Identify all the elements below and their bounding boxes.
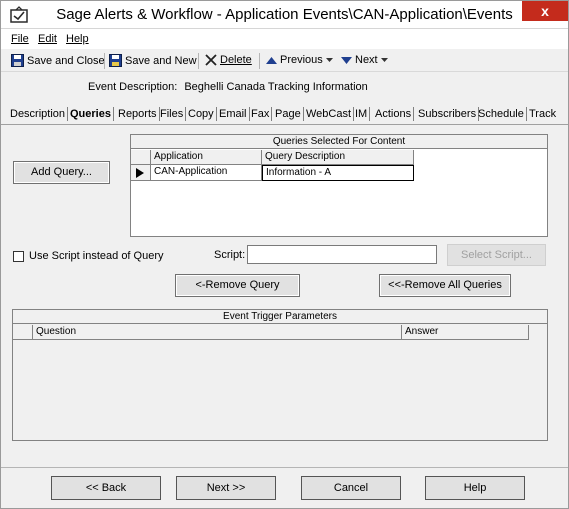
toolbar-separator xyxy=(198,53,199,69)
remove-all-queries-button[interactable]: <<-Remove All Queries xyxy=(379,274,511,297)
use-script-checkbox[interactable] xyxy=(13,251,24,262)
chevron-down-icon xyxy=(325,57,333,62)
column-header-question[interactable]: Question xyxy=(33,325,402,340)
tab-email[interactable]: Email xyxy=(217,107,250,121)
tab-queries[interactable]: Queries xyxy=(68,107,114,121)
title-bar[interactable]: Sage Alerts & Workflow - Application Eve… xyxy=(1,1,568,29)
floppy-icon xyxy=(11,54,24,67)
delete-button[interactable]: Delete xyxy=(205,54,252,66)
tab-files[interactable]: Files xyxy=(158,107,187,121)
cancel-button[interactable]: Cancel xyxy=(301,476,401,500)
save-and-new-label: Save and New xyxy=(125,54,197,67)
event-trigger-grid: Event Trigger Parameters Question Answer xyxy=(12,309,548,441)
toolbar: Save and Close Save and New Delete Previ… xyxy=(1,50,568,72)
script-label: Script: xyxy=(214,249,246,261)
column-header-answer[interactable]: Answer xyxy=(402,325,529,340)
next-label: Next xyxy=(355,54,378,66)
tab-webcast[interactable]: WebCast xyxy=(304,107,355,121)
event-description: Event Description: Beghelli Canada Track… xyxy=(88,81,368,93)
close-icon: x xyxy=(541,3,549,19)
script-input[interactable] xyxy=(247,245,437,264)
row-selector[interactable] xyxy=(131,165,151,181)
add-query-button[interactable]: Add Query... xyxy=(13,161,110,184)
footer-divider xyxy=(1,467,568,468)
queries-grid: Queries Selected For Content Application… xyxy=(130,134,548,237)
event-description-value: Beghelli Canada Tracking Information xyxy=(184,81,368,93)
toolbar-separator xyxy=(259,53,260,69)
next-button[interactable]: Next xyxy=(341,54,388,66)
tab-im[interactable]: IM xyxy=(353,107,371,121)
window-title: Sage Alerts & Workflow - Application Eve… xyxy=(56,6,513,23)
event-trigger-caption: Event Trigger Parameters xyxy=(13,310,547,324)
previous-label: Previous xyxy=(280,54,323,66)
row-header-corner xyxy=(131,150,151,165)
select-script-button[interactable]: Select Script... xyxy=(447,244,546,266)
column-header-application[interactable]: Application xyxy=(151,150,262,165)
help-button[interactable]: Help xyxy=(425,476,525,500)
up-arrow-icon xyxy=(266,56,277,64)
table-cell-query-description[interactable]: Information - A xyxy=(262,165,414,181)
tab-actions[interactable]: Actions xyxy=(373,107,415,121)
x-icon xyxy=(205,54,217,66)
previous-button[interactable]: Previous xyxy=(266,54,333,66)
column-header-query-description[interactable]: Query Description xyxy=(262,150,414,165)
menu-file[interactable]: File xyxy=(11,33,29,45)
main-window: Sage Alerts & Workflow - Application Eve… xyxy=(0,0,569,509)
tab-reports[interactable]: Reports xyxy=(116,107,160,121)
event-description-label: Event Description: xyxy=(88,81,178,93)
tab-fax[interactable]: Fax xyxy=(249,107,273,121)
toolbar-separator xyxy=(104,53,105,69)
remove-query-button[interactable]: <-Remove Query xyxy=(175,274,300,297)
queries-grid-caption: Queries Selected For Content xyxy=(131,135,547,149)
save-and-new-button[interactable]: Save and New xyxy=(109,54,197,67)
row-header-corner xyxy=(13,325,33,340)
tab-description[interactable]: Description xyxy=(8,107,69,121)
back-button[interactable]: << Back xyxy=(51,476,161,500)
close-button[interactable]: x xyxy=(522,1,568,21)
tab-page[interactable]: Page xyxy=(273,107,304,121)
menu-edit[interactable]: Edit xyxy=(38,33,57,45)
triangle-right-icon xyxy=(136,168,144,178)
tab-strip: Description Queries Reports Files Copy E… xyxy=(1,105,568,125)
tab-subscribers[interactable]: Subscribers xyxy=(416,107,480,121)
delete-label: Delete xyxy=(220,54,252,66)
tab-copy[interactable]: Copy xyxy=(186,107,217,121)
chevron-down-icon xyxy=(380,57,388,62)
tab-track[interactable]: Track xyxy=(527,107,558,121)
menu-bar: File Edit Help xyxy=(1,29,568,49)
table-cell-application[interactable]: CAN-Application xyxy=(151,165,262,181)
save-and-close-label: Save and Close xyxy=(27,54,105,67)
next-footer-button[interactable]: Next >> xyxy=(176,476,276,500)
tab-schedule[interactable]: Schedule xyxy=(476,107,527,121)
use-script-label: Use Script instead of Query xyxy=(29,250,164,262)
save-and-close-button[interactable]: Save and Close xyxy=(11,54,105,67)
down-arrow-icon xyxy=(341,56,352,64)
menu-help[interactable]: Help xyxy=(66,33,89,45)
floppy-icon xyxy=(109,54,122,67)
